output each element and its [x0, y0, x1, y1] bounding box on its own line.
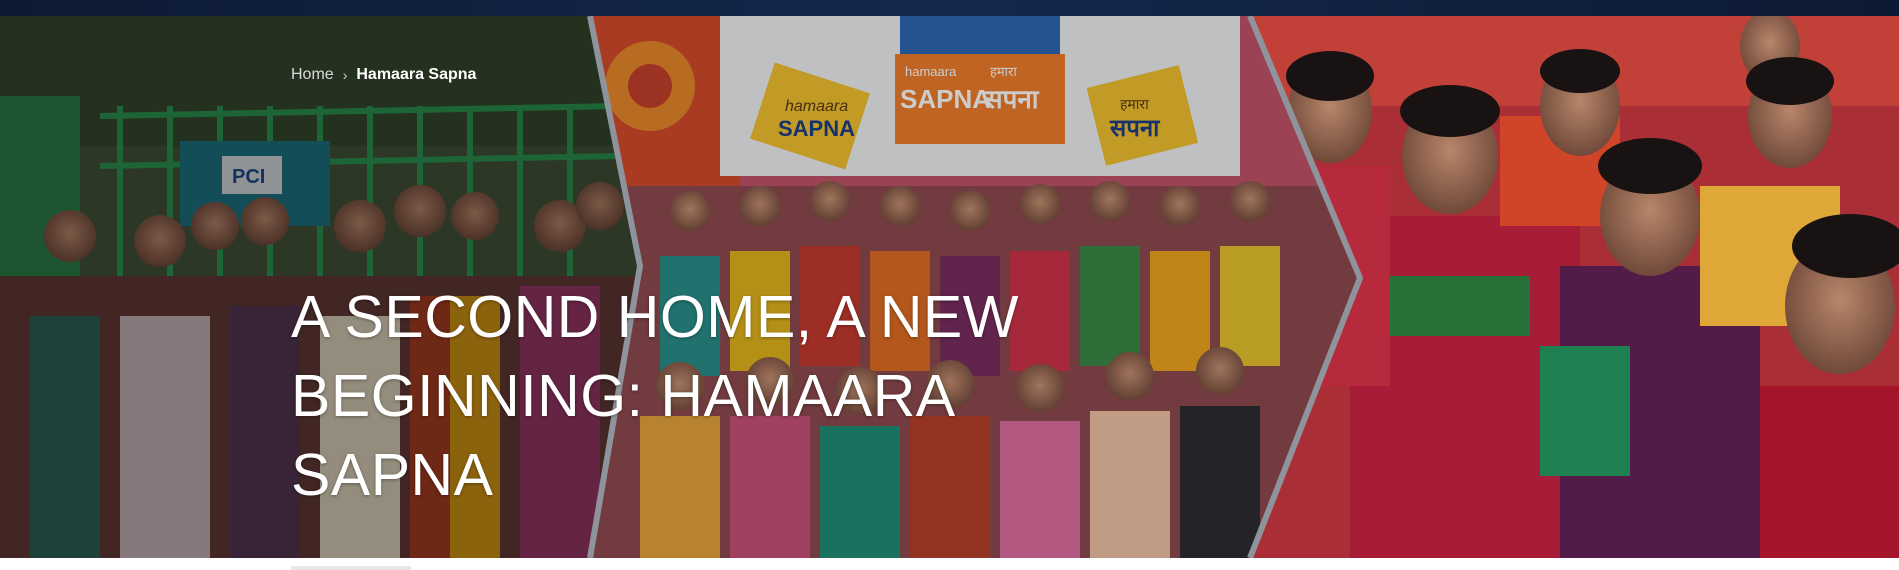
breadcrumb-current-page: Hamaara Sapna [356, 66, 477, 83]
breadcrumb: Home › Hamaara Sapna [291, 66, 476, 84]
hero-banner: PCI hamaara SAPNA hamaara SAPNA हमारा सप… [0, 16, 1899, 558]
content-heading-stub [291, 566, 411, 570]
top-navigation-bar [0, 0, 1899, 16]
chevron-right-icon: › [342, 67, 348, 83]
page-title: A SECOND HOME, A NEW BEGINNING: HAMAARA … [291, 284, 1019, 508]
breadcrumb-home-link[interactable]: Home [291, 66, 334, 84]
content-area-top [0, 558, 1899, 570]
